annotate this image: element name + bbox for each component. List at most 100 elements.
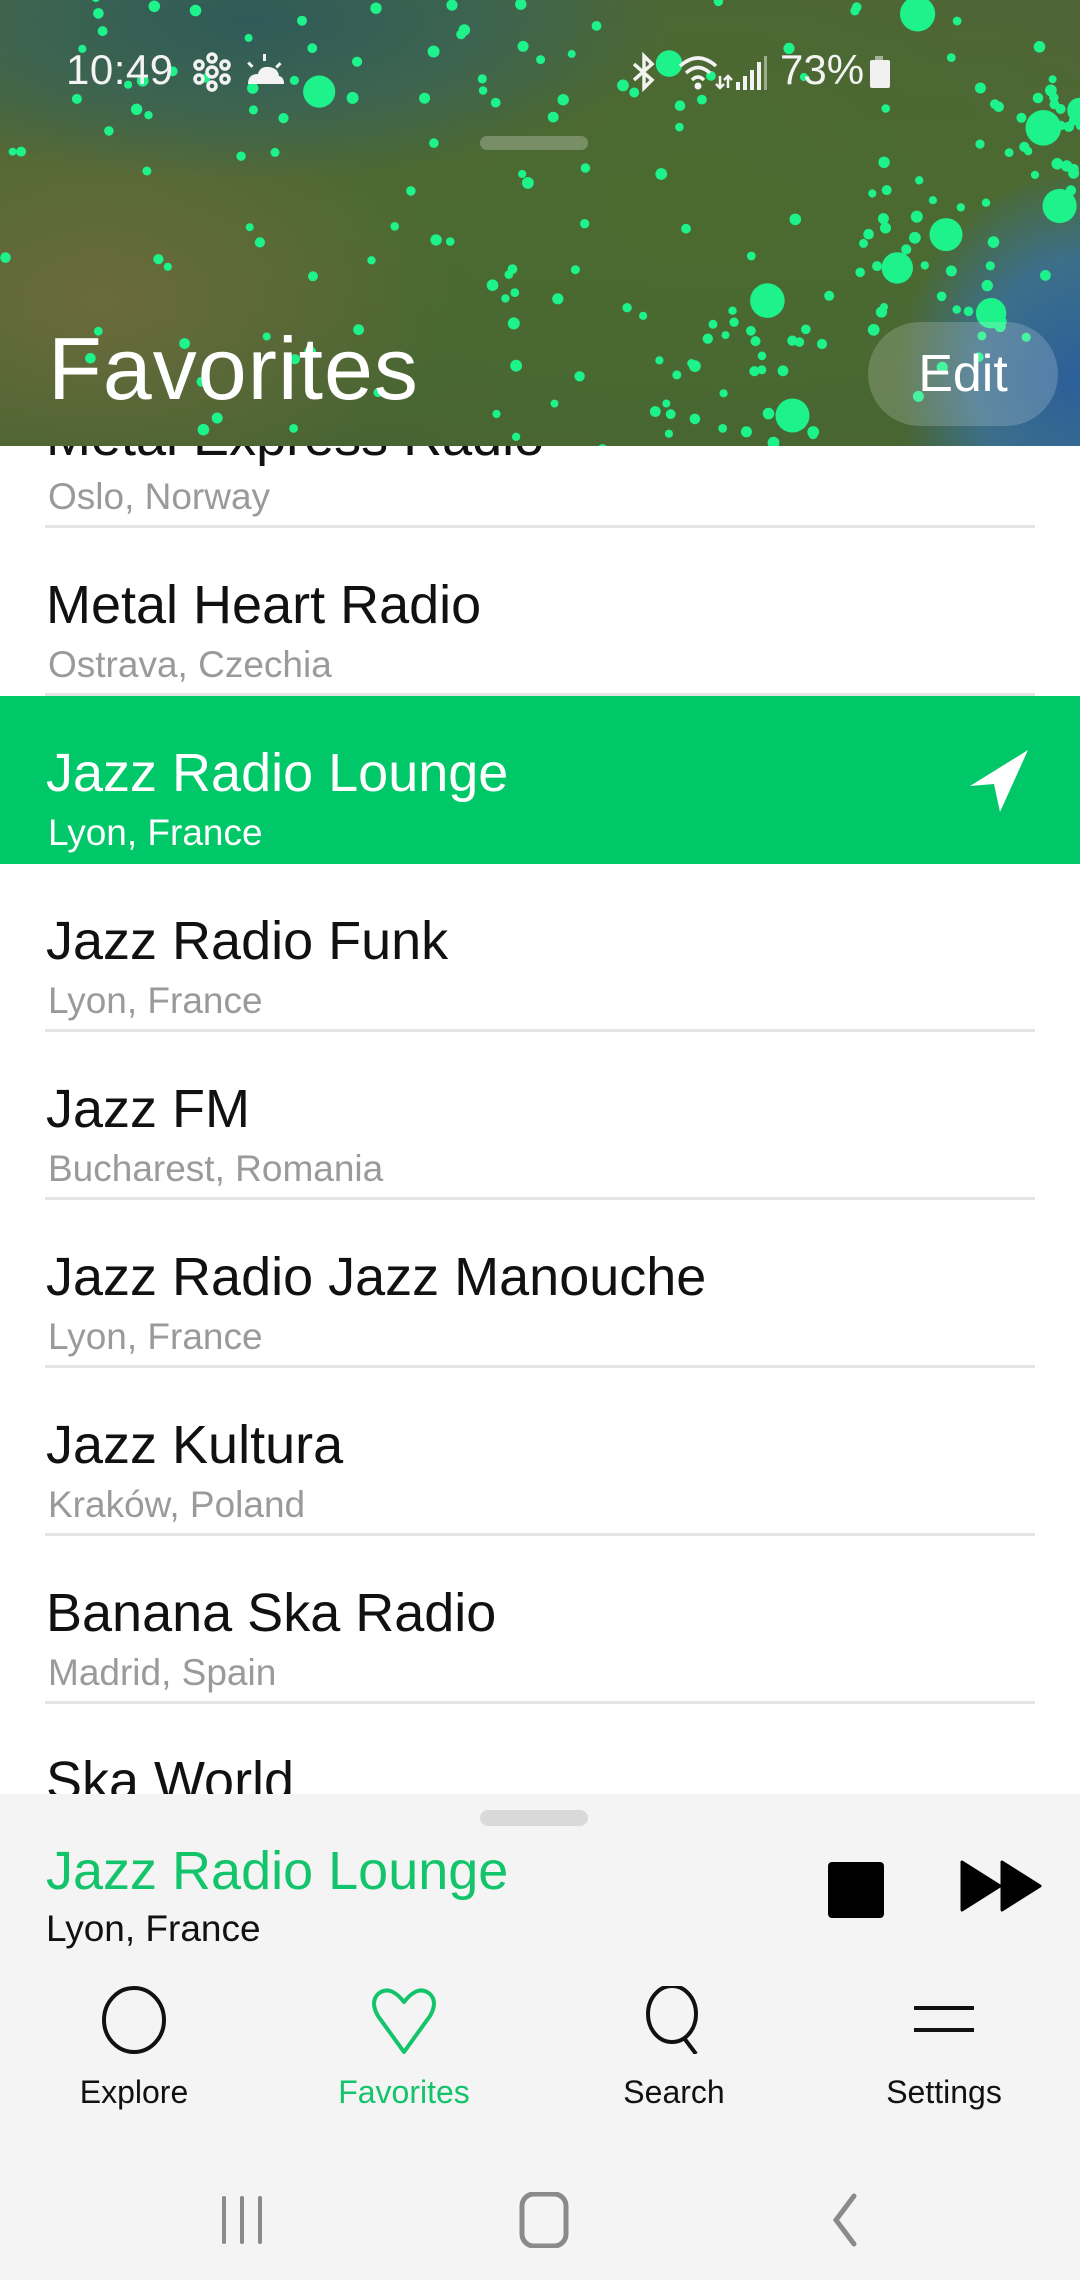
map-station-dot bbox=[808, 429, 818, 440]
tab-settings[interactable]: Settings bbox=[844, 1982, 1044, 2132]
stop-icon[interactable] bbox=[828, 1862, 884, 1918]
map-station-dot bbox=[308, 271, 318, 282]
map-station-dot bbox=[929, 218, 963, 252]
station-location: Madrid, Spain bbox=[48, 1652, 277, 1693]
map-station-dot bbox=[270, 147, 280, 157]
station-name: Banana Ska Radio bbox=[46, 1583, 497, 1643]
favorites-list[interactable]: Metal Express Radio Oslo, Norway Metal H… bbox=[0, 446, 1080, 1796]
map-station-dot bbox=[920, 261, 929, 270]
weather-sun-cloud-icon bbox=[247, 54, 284, 84]
bottom-panel: Jazz Radio Lounge Lyon, France Explore F… bbox=[0, 1794, 1080, 2280]
station-name: Ska World bbox=[46, 1751, 295, 1796]
map-header: 10:49 73% Favorites Edit bbox=[0, 0, 1080, 446]
map-station-dot bbox=[92, 0, 100, 3]
map-station-dot bbox=[297, 15, 307, 26]
tab-label: Settings bbox=[886, 2074, 1002, 2110]
map-station-dot bbox=[880, 303, 888, 311]
fast-forward-icon[interactable] bbox=[960, 1860, 1042, 1912]
map-station-dot bbox=[952, 16, 962, 26]
home-icon[interactable] bbox=[514, 2192, 574, 2248]
map-station-dot bbox=[762, 407, 775, 420]
map-station-dot bbox=[878, 156, 890, 168]
page-title: Favorites bbox=[48, 319, 419, 418]
station-name: Jazz FM bbox=[46, 1079, 251, 1139]
tab-favorites[interactable]: Favorites bbox=[304, 1982, 504, 2132]
tab-search[interactable]: Search bbox=[574, 1982, 774, 2132]
map-station-dot bbox=[97, 26, 108, 37]
map-station-dot bbox=[880, 222, 891, 234]
map-station-dot bbox=[486, 279, 499, 292]
map-station-dot bbox=[956, 203, 965, 212]
map-station-dot bbox=[649, 406, 661, 417]
tab-bar: Explore Favorites Search Settings bbox=[0, 1982, 1080, 2132]
map-station-dot bbox=[985, 261, 995, 271]
map-station-dot bbox=[750, 336, 761, 347]
map-station-dot bbox=[867, 323, 880, 336]
heart-icon bbox=[372, 1988, 436, 2054]
map-station-dot bbox=[851, 2, 862, 12]
tab-explore[interactable]: Explore bbox=[34, 1982, 234, 2132]
map-station-dot bbox=[552, 293, 564, 305]
station-row[interactable]: Metal Express Radio Oslo, Norway bbox=[0, 446, 1080, 528]
player-drag-handle[interactable] bbox=[480, 1810, 588, 1826]
map-station-dot bbox=[245, 223, 254, 232]
back-icon[interactable] bbox=[816, 2192, 876, 2248]
map-station-dot bbox=[816, 338, 828, 350]
status-time: 10:49 bbox=[66, 46, 174, 93]
station-row[interactable]: Jazz FM Bucharest, Romania bbox=[0, 1032, 1080, 1200]
map-station-dot bbox=[446, 0, 458, 11]
map-station-dot bbox=[458, 24, 471, 36]
map-station-dot bbox=[510, 359, 522, 372]
header-drag-handle[interactable] bbox=[480, 136, 588, 150]
map-station-dot bbox=[622, 303, 632, 313]
map-station-dot bbox=[501, 294, 510, 303]
map-station-dot bbox=[868, 189, 877, 198]
map-station-dot bbox=[789, 213, 802, 226]
map-station-dot bbox=[775, 398, 810, 433]
battery-icon bbox=[870, 56, 890, 88]
map-station-dot bbox=[148, 0, 161, 13]
map-station-dot bbox=[859, 238, 868, 248]
map-station-dot bbox=[928, 196, 938, 205]
wifi-data-icon bbox=[678, 56, 733, 90]
station-row[interactable]: Jazz Kultura Kraków, Poland bbox=[0, 1368, 1080, 1536]
station-row[interactable]: Metal Heart Radio Ostrava, Czechia bbox=[0, 528, 1080, 696]
station-row-playing[interactable]: Jazz Radio Lounge Lyon, France bbox=[0, 696, 1080, 864]
navigation-arrow-icon[interactable] bbox=[968, 748, 1034, 814]
station-row[interactable]: Jazz Radio Funk Lyon, France bbox=[0, 864, 1080, 1032]
map-station-dot bbox=[718, 424, 728, 433]
map-station-dot bbox=[713, 0, 724, 7]
station-row[interactable]: Jazz Radio Jazz Manouche Lyon, France bbox=[0, 1200, 1080, 1368]
station-row[interactable]: Ska World bbox=[0, 1704, 1080, 1796]
circle-icon bbox=[102, 1986, 166, 2054]
map-station-dot bbox=[1051, 158, 1064, 170]
map-station-dot bbox=[708, 319, 718, 329]
station-name: Jazz Kultura bbox=[46, 1415, 344, 1475]
station-name: Jazz Radio Lounge bbox=[46, 743, 509, 803]
map-station-dot bbox=[750, 283, 785, 318]
map-station-dot bbox=[492, 409, 501, 419]
map-station-dot bbox=[945, 235, 954, 244]
edit-button[interactable]: Edit bbox=[868, 322, 1058, 426]
map-station-dot bbox=[689, 413, 701, 425]
recent-apps-icon[interactable] bbox=[212, 2192, 272, 2248]
map-station-dot bbox=[987, 236, 1000, 248]
map-station-dot bbox=[945, 265, 957, 277]
map-station-dot bbox=[236, 151, 246, 161]
map-station-dot bbox=[367, 256, 376, 265]
map-station-dot bbox=[981, 198, 991, 207]
map-station-dot bbox=[1045, 123, 1055, 132]
station-row[interactable]: Banana Ska Radio Madrid, Spain bbox=[0, 1536, 1080, 1704]
map-station-dot bbox=[598, 444, 607, 446]
map-station-dot bbox=[655, 168, 668, 180]
map-station-dot bbox=[702, 333, 713, 344]
map-station-dot bbox=[8, 147, 17, 156]
map-station-dot bbox=[746, 325, 756, 336]
map-station-dot bbox=[910, 210, 923, 223]
map-station-dot bbox=[16, 146, 27, 157]
signal-icon bbox=[736, 56, 767, 90]
map-station-dot bbox=[952, 305, 961, 314]
map-station-dot bbox=[662, 399, 671, 408]
map-station-dot bbox=[824, 290, 835, 301]
map-station-dot bbox=[901, 244, 912, 255]
